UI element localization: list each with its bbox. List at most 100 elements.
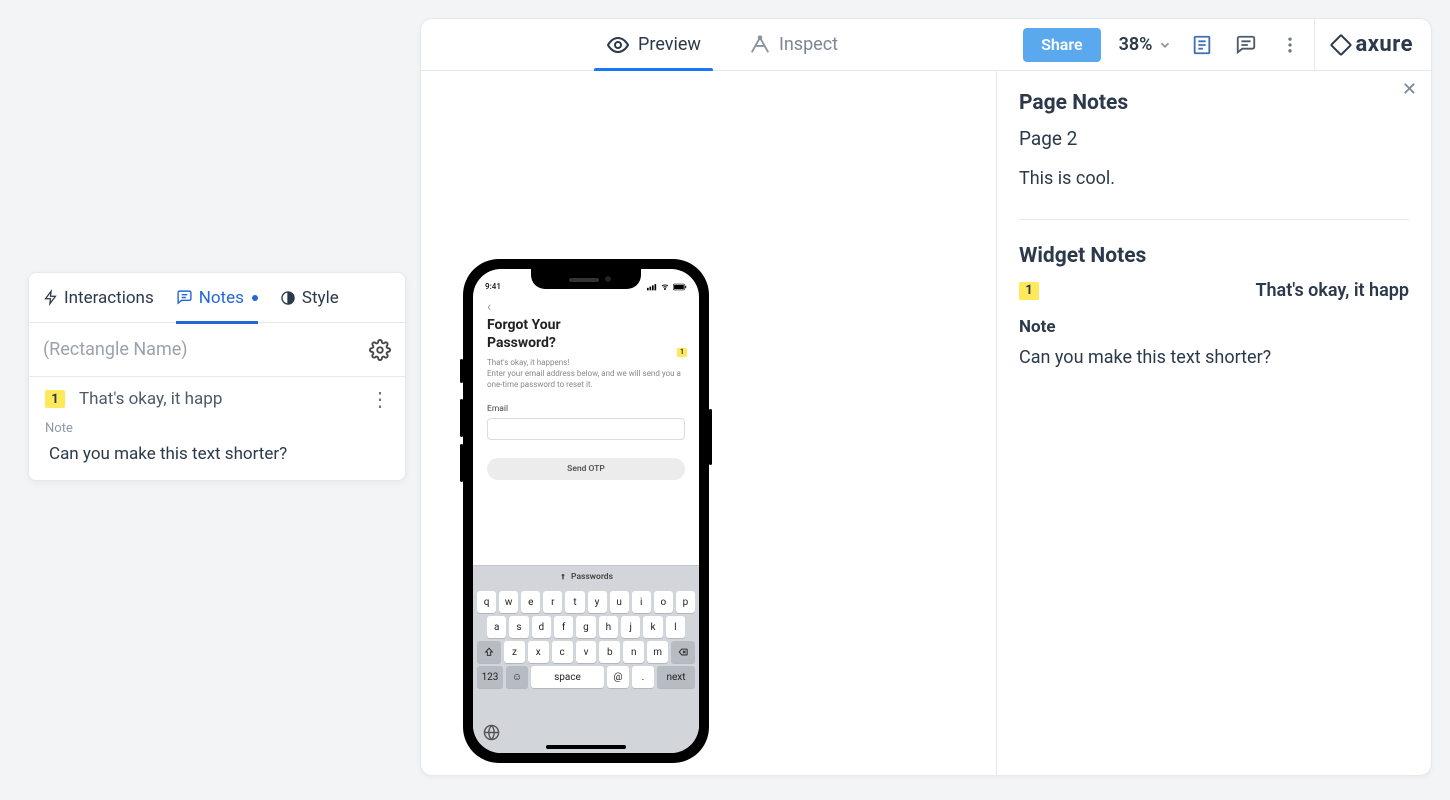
key-s[interactable]: s (509, 616, 528, 638)
description-text: That's okay, it happens! Enter your emai… (487, 358, 681, 389)
key-j[interactable]: j (621, 616, 640, 638)
key-e[interactable]: e (521, 591, 540, 613)
globe-key[interactable] (483, 724, 500, 741)
comments-icon[interactable] (1234, 33, 1258, 57)
key-x[interactable]: x (528, 641, 549, 663)
space-key[interactable]: space (531, 666, 604, 688)
key-w[interactable]: w (499, 591, 518, 613)
tab-inspect-label: Inspect (779, 34, 838, 55)
widget-name-row (29, 323, 405, 377)
keyboard-row-3: zxcvbnm (473, 641, 699, 663)
key-k[interactable]: k (643, 616, 662, 638)
tab-style-label: Style (302, 288, 339, 308)
key-b[interactable]: b (599, 641, 620, 663)
annotation-badge[interactable]: 1 (677, 348, 687, 357)
note-item-text[interactable]: Can you make this text shorter? (45, 444, 389, 464)
topbar-icon-group (1190, 33, 1302, 57)
key-a[interactable]: a (487, 616, 506, 638)
widget-note-header[interactable]: 1 That's okay, it happ (1019, 280, 1409, 301)
key-r[interactable]: r (543, 591, 562, 613)
back-chevron-icon[interactable]: ‹ (487, 299, 685, 315)
close-icon[interactable]: ✕ (1402, 79, 1417, 100)
share-button[interactable]: Share (1023, 28, 1101, 62)
chevron-down-icon (1158, 38, 1172, 52)
inspector-panel: Interactions Notes Style 1 That's okay, … (28, 272, 406, 481)
key-l[interactable]: l (666, 616, 685, 638)
backspace-key[interactable] (671, 641, 695, 663)
key-d[interactable]: d (532, 616, 551, 638)
tab-notes-label: Notes (199, 288, 244, 308)
key-v[interactable]: v (576, 641, 597, 663)
keyboard-row-4: 123 ☺ space @ . next (473, 663, 699, 688)
numbers-key[interactable]: 123 (477, 666, 503, 688)
note-icon (176, 289, 193, 306)
note-item-menu-icon[interactable]: ⋮ (370, 396, 389, 402)
top-toolbar: Preview Inspect Share 38% (421, 19, 1431, 71)
more-menu-icon[interactable] (1278, 33, 1302, 57)
title-line1: Forgot Your (487, 317, 561, 333)
tab-interactions-label: Interactions (64, 288, 154, 308)
axure-logo[interactable]: axure (1333, 32, 1413, 57)
key-p[interactable]: p (676, 591, 695, 613)
logo-slot: axure (1314, 19, 1431, 71)
tab-interactions[interactable]: Interactions (43, 273, 154, 323)
key-m[interactable]: m (647, 641, 668, 663)
style-icon (280, 290, 296, 306)
battery-icon (673, 283, 687, 291)
send-otp-button[interactable]: Send OTP (487, 458, 685, 480)
phone-volume-up (460, 399, 463, 437)
page-note-body: This is cool. (1019, 168, 1409, 189)
key-u[interactable]: u (610, 591, 629, 613)
key-g[interactable]: g (576, 616, 595, 638)
key-o[interactable]: o (654, 591, 673, 613)
key-t[interactable]: t (565, 591, 584, 613)
key-y[interactable]: y (588, 591, 607, 613)
tab-preview-label: Preview (638, 34, 701, 55)
dot-key[interactable]: . (632, 666, 654, 688)
zoom-value: 38% (1119, 34, 1153, 55)
key-icon (559, 572, 567, 582)
tab-preview[interactable]: Preview (606, 19, 701, 71)
divider (1019, 219, 1409, 220)
axure-logo-mark (1330, 33, 1353, 56)
prototype-canvas[interactable]: 9:41 ‹ Forgot Your Password? (421, 71, 996, 775)
keyboard-suggestion-text: Passwords (571, 572, 613, 582)
page-notes-icon[interactable] (1190, 33, 1214, 57)
widget-notes-heading: Widget Notes (1019, 244, 1409, 268)
eye-icon (606, 33, 630, 57)
tab-style[interactable]: Style (280, 273, 339, 323)
mode-tabs: Preview Inspect (421, 19, 1023, 71)
wifi-icon (660, 283, 670, 291)
keyboard-row-1: qwertyuiop (473, 591, 699, 613)
phone-notch (531, 269, 641, 289)
note-badge: 1 (45, 390, 65, 408)
phone-power-button (709, 409, 712, 465)
at-key[interactable]: @ (607, 666, 629, 688)
key-z[interactable]: z (504, 641, 525, 663)
tab-notes[interactable]: Notes (176, 273, 258, 323)
keyboard-suggestion-bar[interactable]: Passwords (473, 566, 699, 588)
key-h[interactable]: h (599, 616, 618, 638)
key-f[interactable]: f (554, 616, 573, 638)
screen-title: Forgot Your Password? (487, 317, 685, 352)
shift-key[interactable] (477, 641, 501, 663)
phone-frame: 9:41 ‹ Forgot Your Password? (463, 259, 709, 763)
note-body: Can you make this text shorter? (1019, 347, 1409, 368)
emoji-key[interactable]: ☺ (506, 666, 528, 688)
axure-logo-text: axure (1355, 32, 1413, 57)
next-key[interactable]: next (657, 666, 695, 688)
key-n[interactable]: n (623, 641, 644, 663)
key-q[interactable]: q (477, 591, 496, 613)
zoom-dropdown[interactable]: 38% (1119, 34, 1173, 55)
key-c[interactable]: c (552, 641, 573, 663)
keyboard-row-2: asdfghjkl (473, 616, 699, 638)
gear-icon[interactable] (369, 339, 391, 361)
widget-name-input[interactable] (43, 339, 369, 360)
tab-inspect[interactable]: Inspect (749, 19, 838, 71)
unread-dot (252, 295, 258, 301)
email-input[interactable] (487, 418, 685, 440)
phone-clock: 9:41 (485, 282, 501, 291)
ios-keyboard: Passwords qwertyuiop asdfghjkl zxcvbnm (473, 565, 699, 753)
key-i[interactable]: i (632, 591, 651, 613)
axure-cloud-viewer: Preview Inspect Share 38% (420, 18, 1432, 776)
